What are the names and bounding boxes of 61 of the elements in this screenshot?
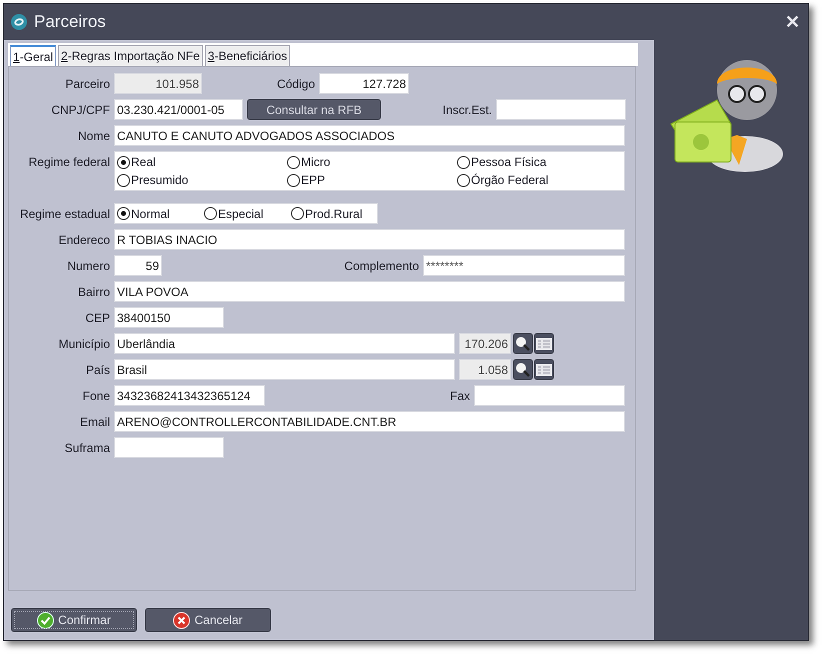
field-label: Numero <box>66 258 111 274</box>
search-icon <box>515 336 531 352</box>
radio-option[interactable]: Normal <box>117 204 204 222</box>
app-logo-icon <box>10 13 28 31</box>
radio-option[interactable]: Real <box>117 153 287 171</box>
text-field[interactable]: 38400150 <box>114 307 224 328</box>
text-field[interactable] <box>496 99 626 120</box>
text-field[interactable]: Brasil <box>114 359 455 380</box>
field-label: Email <box>78 414 111 430</box>
radio-option[interactable]: EPP <box>287 171 457 189</box>
field-label: CEP <box>84 310 111 326</box>
tab[interactable]: 2-Regras Importação NFe <box>58 45 203 66</box>
field-label: Suframa <box>64 440 111 456</box>
field-label: Regime federal <box>28 154 111 171</box>
list-icon <box>536 338 552 350</box>
cancel-button[interactable]: Cancelar <box>145 608 271 632</box>
radio-option[interactable]: Pessoa Física <box>457 153 624 171</box>
text-field[interactable]: R TOBIAS INACIO <box>114 229 625 250</box>
close-button[interactable]: ✕ <box>785 8 800 36</box>
text-field[interactable] <box>474 385 625 406</box>
text-field[interactable]: Uberlândia <box>114 333 455 354</box>
confirm-button[interactable]: Confirmar <box>11 608 137 632</box>
search-icon <box>515 362 531 378</box>
radio-option[interactable]: Especial <box>204 204 291 222</box>
field-label: Código <box>276 76 316 92</box>
field-label: Endereco <box>58 232 111 248</box>
search-button[interactable] <box>513 333 533 354</box>
list-icon <box>536 364 552 376</box>
radio-option[interactable]: Órgão Federal <box>457 171 624 189</box>
text-field[interactable]: ARENO@CONTROLLERCONTABILIDADE.CNT.BR <box>114 411 625 432</box>
field-label: Nome <box>76 128 111 144</box>
field-label: Município <box>58 336 111 352</box>
radio-option[interactable]: Micro <box>287 153 457 171</box>
check-icon <box>37 612 54 628</box>
field-label: Complemento <box>343 258 420 274</box>
text-field[interactable]: 127.728 <box>319 73 409 94</box>
field-label: Regime estadual <box>18 206 111 222</box>
search-button[interactable] <box>513 359 533 380</box>
field-label: Inscr.Est. <box>442 102 493 118</box>
field-label: Bairro <box>76 284 111 300</box>
radio-option[interactable]: Presumido <box>117 171 287 189</box>
field-label: CNPJ/CPF <box>50 102 111 118</box>
radio-option[interactable]: Prod.Rural <box>291 204 377 222</box>
text-field[interactable] <box>114 437 224 458</box>
list-button[interactable] <box>534 359 554 380</box>
field-label: Fone <box>82 388 111 404</box>
field-label: País <box>84 362 111 378</box>
list-button[interactable] <box>534 333 554 354</box>
text-field[interactable]: CANUTO E CANUTO ADVOGADOS ASSOCIADOS <box>114 125 625 146</box>
cancel-icon <box>173 612 190 628</box>
tab[interactable]: 3-Beneficiários <box>204 45 290 66</box>
text-field[interactable]: 34323682413432365124 <box>114 385 265 406</box>
text-field[interactable]: VILA POVOA <box>114 281 625 302</box>
field-label: Fax <box>448 388 471 404</box>
text-field[interactable]: 59 <box>114 255 162 276</box>
consult-button[interactable]: Consultar na RFB <box>247 99 381 120</box>
field-label: Parceiro <box>64 76 111 92</box>
window-title: Parceiros <box>34 11 106 34</box>
text-field[interactable]: 03.230.421/0001-05 <box>114 99 243 120</box>
tab[interactable]: 1-Geral <box>10 45 56 66</box>
text-field[interactable]: ******** <box>423 255 625 276</box>
